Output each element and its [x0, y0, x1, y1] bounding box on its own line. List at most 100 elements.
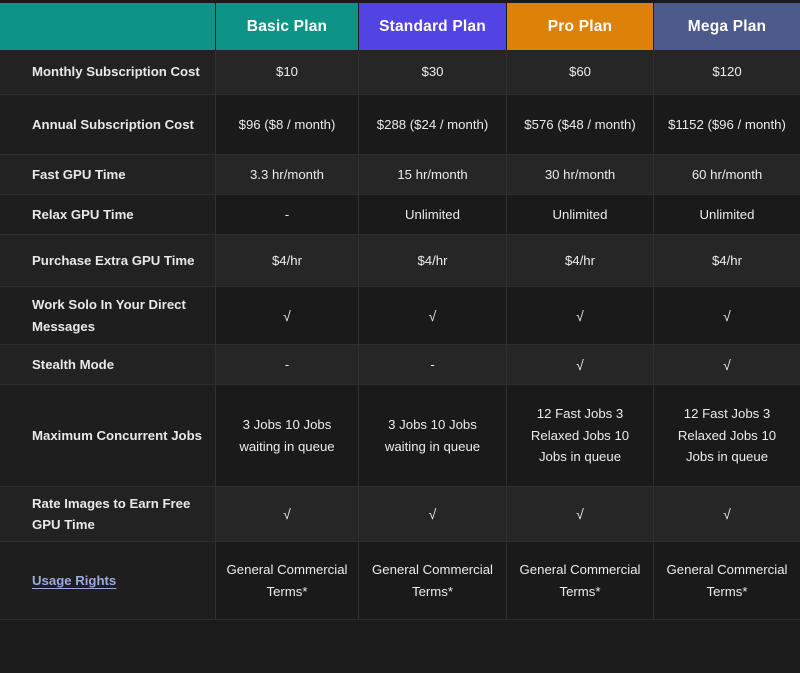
unavailable-dash-icon: - [284, 206, 290, 222]
cell-value: $30 [421, 64, 444, 80]
table-cell: √ [358, 487, 506, 541]
cell-value: $4/hr [417, 252, 448, 268]
row-label[interactable]: Usage Rights [0, 542, 215, 619]
cell-value: Unlimited [699, 206, 755, 222]
row-label: Purchase Extra GPU Time [0, 235, 215, 286]
row-label: Stealth Mode [0, 345, 215, 384]
table-cell: 12 Fast Jobs 3 Relaxed Jobs 10 Jobs in q… [653, 385, 800, 486]
table-row: Stealth Mode - - √ √ [0, 345, 800, 385]
table-cell: General Commercial Terms* [506, 542, 653, 619]
cell-value: General Commercial Terms* [372, 562, 493, 599]
table-corner-cell [0, 3, 215, 50]
table-cell: Unlimited [653, 195, 800, 234]
table-cell: 3 Jobs 10 Jobs waiting in queue [358, 385, 506, 486]
cell-value: General Commercial Terms* [519, 562, 641, 599]
table-cell: - [215, 345, 358, 384]
row-label: Relax GPU Time [0, 195, 215, 234]
table-cell: $4/hr [215, 235, 358, 286]
row-label: Maximum Concurrent Jobs [0, 385, 215, 486]
table-cell: √ [653, 345, 800, 384]
table-cell: 15 hr/month [358, 155, 506, 194]
cell-value: 30 hr/month [544, 166, 616, 182]
table-cell: √ [653, 487, 800, 541]
table-cell: - [358, 345, 506, 384]
cell-value: $4/hr [271, 252, 303, 268]
table-cell: $30 [358, 50, 506, 94]
column-header-pro-plan: Pro Plan [506, 3, 653, 50]
row-label: Work Solo In Your Direct Messages [0, 287, 215, 344]
check-icon: √ [723, 506, 731, 522]
cell-value: $60 [568, 64, 591, 80]
row-label: Annual Subscription Cost [0, 95, 215, 154]
table-cell: √ [506, 345, 653, 384]
column-header-standard-plan: Standard Plan [358, 3, 506, 50]
table-cell: 3 Jobs 10 Jobs waiting in queue [215, 385, 358, 486]
check-icon: √ [283, 307, 291, 324]
cell-value: 60 hr/month [691, 166, 763, 182]
cell-value: $1152 ($96 / month) [668, 116, 786, 132]
table-cell: $288 ($24 / month) [358, 95, 506, 154]
table-cell: √ [506, 287, 653, 344]
row-label: Rate Images to Earn Free GPU Time [0, 487, 215, 541]
unavailable-dash-icon: - [284, 356, 290, 372]
cell-value: $10 [275, 64, 298, 80]
table-cell: √ [215, 487, 358, 541]
cell-value: Unlimited [405, 206, 460, 222]
table-cell: 30 hr/month [506, 155, 653, 194]
check-icon: √ [428, 307, 437, 324]
table-cell: Unlimited [506, 195, 653, 234]
table-cell: $60 [506, 50, 653, 94]
cell-value: $4/hr [564, 252, 596, 268]
check-icon: √ [723, 307, 731, 324]
cell-value: General Commercial Terms* [666, 562, 788, 599]
column-header-mega-plan: Mega Plan [653, 3, 800, 50]
check-icon: √ [428, 506, 437, 522]
cell-value: 3.3 hr/month [249, 166, 325, 182]
table-row: Fast GPU Time 3.3 hr/month 15 hr/month 30 h… [0, 155, 800, 195]
cell-value: 3 Jobs 10 Jobs waiting in queue [239, 417, 335, 454]
cell-value: 3 Jobs 10 Jobs waiting in queue [384, 417, 481, 454]
cell-value: Unlimited [552, 206, 608, 222]
table-cell: √ [358, 287, 506, 344]
cell-value: 15 hr/month [397, 166, 468, 182]
row-label: Monthly Subscription Cost [0, 50, 215, 94]
table-cell: $120 [653, 50, 800, 94]
cell-value: $120 [712, 64, 742, 80]
table-cell: $4/hr [506, 235, 653, 286]
table-cell: $10 [215, 50, 358, 94]
check-icon: √ [723, 356, 731, 373]
table-cell: 12 Fast Jobs 3 Relaxed Jobs 10 Jobs in q… [506, 385, 653, 486]
table-cell: 60 hr/month [653, 155, 800, 194]
check-icon: √ [576, 506, 584, 522]
table-row: Purchase Extra GPU Time $4/hr $4/hr $4/hr $4… [0, 235, 800, 287]
table-header-row: Basic Plan Standard Plan Pro Plan Mega P… [0, 0, 800, 50]
cell-value: General Commercial Terms* [226, 562, 348, 599]
table-cell: $96 ($8 / month) [215, 95, 358, 154]
cell-value: 12 Fast Jobs 3 Relaxed Jobs 10 Jobs in q… [530, 406, 630, 465]
table-cell: √ [215, 287, 358, 344]
table-cell: - [215, 195, 358, 234]
table-row: Maximum Concurrent Jobs 3 Jobs 10 Jobs wa… [0, 385, 800, 487]
table-cell: $576 ($48 / month) [506, 95, 653, 154]
table-cell: 3.3 hr/month [215, 155, 358, 194]
column-header-basic-plan: Basic Plan [215, 3, 358, 50]
table-cell: $1152 ($96 / month) [653, 95, 800, 154]
table-row: Relax GPU Time - Unlimited Unlimited Unlimit… [0, 195, 800, 235]
row-label: Fast GPU Time [0, 155, 215, 194]
table-row: Work Solo In Your Direct Messages √ √ √ √ [0, 287, 800, 345]
table-cell: √ [653, 287, 800, 344]
usage-rights-link[interactable]: Usage Rights [32, 570, 116, 591]
cell-value: 12 Fast Jobs 3 Relaxed Jobs 10 Jobs in q… [677, 406, 777, 465]
check-icon: √ [576, 356, 584, 373]
table-cell: √ [506, 487, 653, 541]
table-row: Monthly Subscription Cost $10 $30 $60 $120 [0, 50, 800, 95]
table-row: Annual Subscription Cost $96 ($8 / month)… [0, 95, 800, 155]
table-cell: General Commercial Terms* [358, 542, 506, 619]
pricing-comparison-table: Basic Plan Standard Plan Pro Plan Mega P… [0, 0, 800, 673]
table-cell: General Commercial Terms* [653, 542, 800, 619]
cell-value: $288 ($24 / month) [376, 116, 489, 132]
table-row: Usage Rights General Commercial Terms* Gen… [0, 542, 800, 620]
cell-value: $576 ($48 / month) [524, 116, 636, 132]
table-cell: $4/hr [358, 235, 506, 286]
check-icon: √ [576, 307, 584, 324]
